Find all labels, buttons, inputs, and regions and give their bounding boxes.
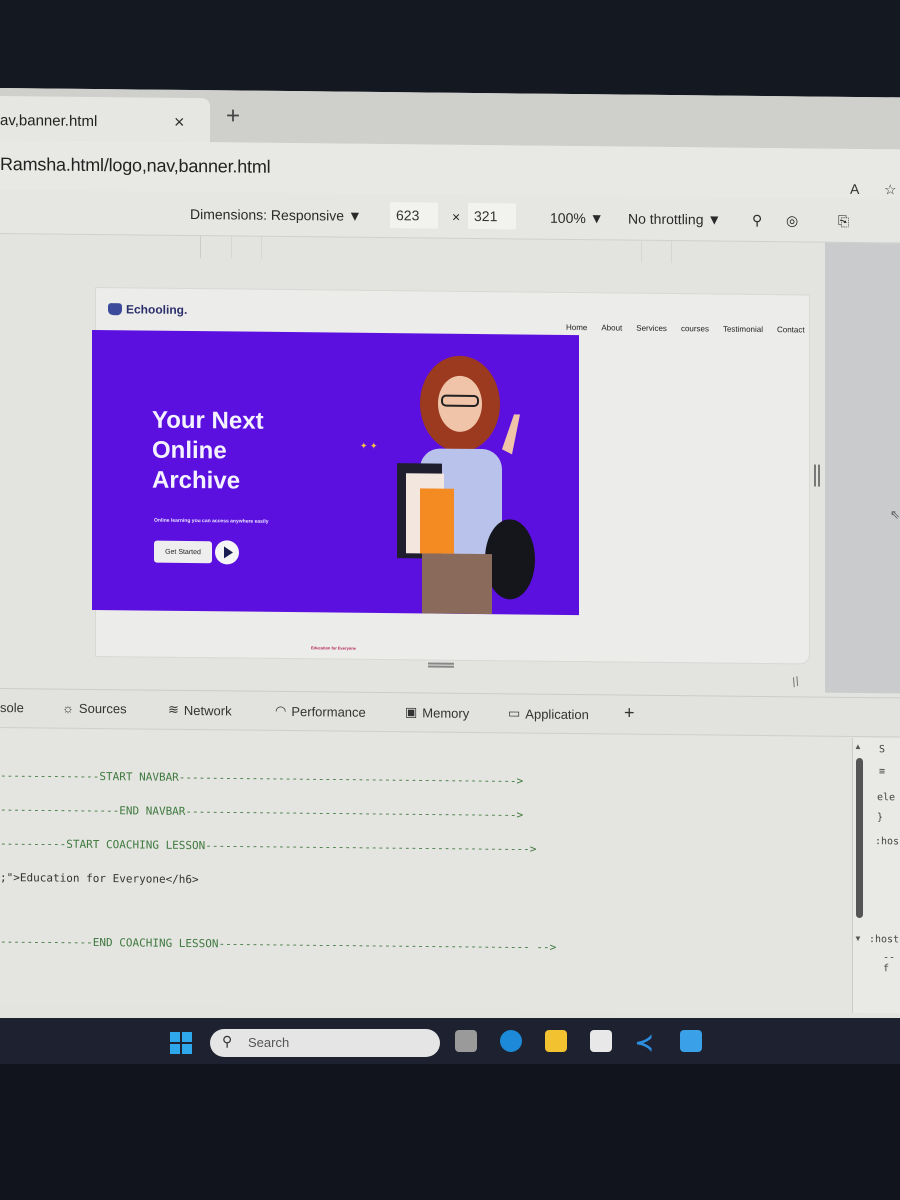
height-input[interactable]: 321 (468, 202, 516, 230)
tab-sources[interactable]: ☼ Sources (62, 701, 127, 717)
close-tab-icon[interactable]: × (174, 112, 185, 133)
nav-courses[interactable]: courses (681, 324, 709, 333)
nav-about[interactable]: About (601, 323, 622, 332)
scrollbar-thumb[interactable] (856, 757, 863, 919)
hero-headline: Your Next Online Archive (152, 406, 264, 495)
laptop-bezel (0, 1064, 900, 1200)
hero-banner: Your Next Online Archive Online learning… (92, 329, 579, 616)
tab-memory[interactable]: ▣ Memory (405, 704, 469, 721)
nav-home[interactable]: Home (566, 323, 587, 332)
throttling-dropdown[interactable]: No throttling ▼ (628, 211, 721, 228)
education-tagline: Education for Everyone (311, 645, 356, 651)
hero-student-image (397, 355, 535, 615)
code-comment-end-navbar[interactable]: ------------------END NAVBAR------------… (0, 803, 523, 821)
edge-browser-icon[interactable] (500, 1030, 522, 1052)
vscode-icon[interactable]: ≺ (635, 1030, 657, 1055)
scroll-up-icon[interactable]: ▲ (854, 742, 862, 751)
task-view-icon[interactable] (455, 1030, 477, 1052)
dimensions-dropdown[interactable]: Dimensions: Responsive ▼ (190, 206, 362, 224)
wifi-icon: ≋ (168, 701, 179, 717)
url-text[interactable]: Ramsha.html/logo,nav,banner.html (0, 154, 270, 178)
width-input[interactable]: 623 (390, 202, 438, 229)
tab-console[interactable]: sole (0, 700, 24, 715)
viewport-resize-handle-bottom[interactable] (428, 662, 454, 668)
read-aloud-icon[interactable]: A (850, 181, 859, 197)
tab-performance[interactable]: ◠ Performance (275, 703, 366, 720)
rotate-icon[interactable]: ⎘ (838, 213, 849, 230)
code-comment-end-coaching[interactable]: --------------END COACHING LESSON-------… (0, 935, 556, 954)
elements-panel: ---------------START NAVBAR-------------… (0, 729, 852, 1013)
tab-strip: av,banner.html × + (0, 88, 900, 150)
new-tab-button[interactable]: + (226, 102, 240, 130)
chip-icon: ▣ (405, 704, 418, 720)
window-icon: ▭ (508, 705, 521, 721)
logo-text: Echooling. (126, 302, 188, 317)
gauge-icon: ◠ (275, 702, 287, 718)
device-toolbar: Dimensions: Responsive ▼ 623 × 321 100% … (0, 190, 900, 244)
viewport-margin (825, 242, 900, 694)
code-comment-start-coaching[interactable]: ----------START COACHING LESSON---------… (0, 837, 536, 856)
favorites-icon[interactable]: ☆ (884, 181, 897, 198)
elements-scrollbar[interactable]: ▲ ▼ (852, 738, 866, 948)
sparkle-icon: ✦ ✦ (360, 440, 378, 451)
times-sign: × (452, 208, 461, 225)
eyedropper-icon[interactable]: ⚲ (752, 212, 762, 229)
site-logo[interactable]: Echooling. (108, 302, 187, 317)
scroll-down-icon[interactable]: ▼ (854, 934, 862, 943)
viewport-resize-handle-right[interactable] (814, 464, 820, 487)
nav-testimonial[interactable]: Testimonial (723, 325, 763, 334)
file-explorer-icon[interactable] (545, 1030, 567, 1052)
site-nav: Home About Services courses Testimonial … (566, 323, 805, 334)
photos-icon[interactable] (680, 1030, 702, 1052)
windows-start-icon[interactable] (170, 1032, 192, 1054)
bug-icon: ☼ (62, 700, 74, 716)
microsoft-store-icon[interactable] (590, 1030, 612, 1052)
mouse-cursor-icon: ⇖ (890, 507, 900, 522)
tab-network[interactable]: ≋ Network (168, 702, 232, 719)
tab-application[interactable]: ▭ Application (508, 705, 589, 722)
play-video-button[interactable] (215, 540, 239, 565)
zoom-dropdown[interactable]: 100% ▼ (550, 210, 604, 227)
viewport-resize-corner-icon[interactable]: // (790, 674, 802, 691)
sensors-icon[interactable]: ◎ (786, 212, 798, 229)
browser-window: av,banner.html × + Ramsha.html/logo,nav,… (0, 88, 900, 1038)
browser-tab[interactable]: av,banner.html × (0, 95, 210, 143)
page-viewport: Echooling. Home About Services courses T… (92, 286, 810, 665)
search-icon: ⚲ (222, 1033, 233, 1049)
add-tab-button[interactable]: + (624, 703, 635, 724)
tab-title: av,banner.html (0, 112, 98, 131)
hero-subline: Online learning you can access anywhere … (154, 517, 269, 525)
logo-icon (108, 303, 122, 316)
code-h6-line[interactable]: ;">Education for Everyone</h6> (0, 871, 199, 886)
nav-services[interactable]: Services (636, 324, 667, 333)
taskbar-search[interactable]: ⚲ Search (210, 1029, 440, 1057)
get-started-button[interactable]: Get Started (154, 540, 212, 564)
windows-taskbar: ⚲ Search ≺ (0, 1018, 900, 1064)
nav-contact[interactable]: Contact (777, 325, 805, 334)
code-comment-start-navbar[interactable]: ---------------START NAVBAR-------------… (0, 769, 523, 787)
media-query-ruler (200, 236, 700, 264)
